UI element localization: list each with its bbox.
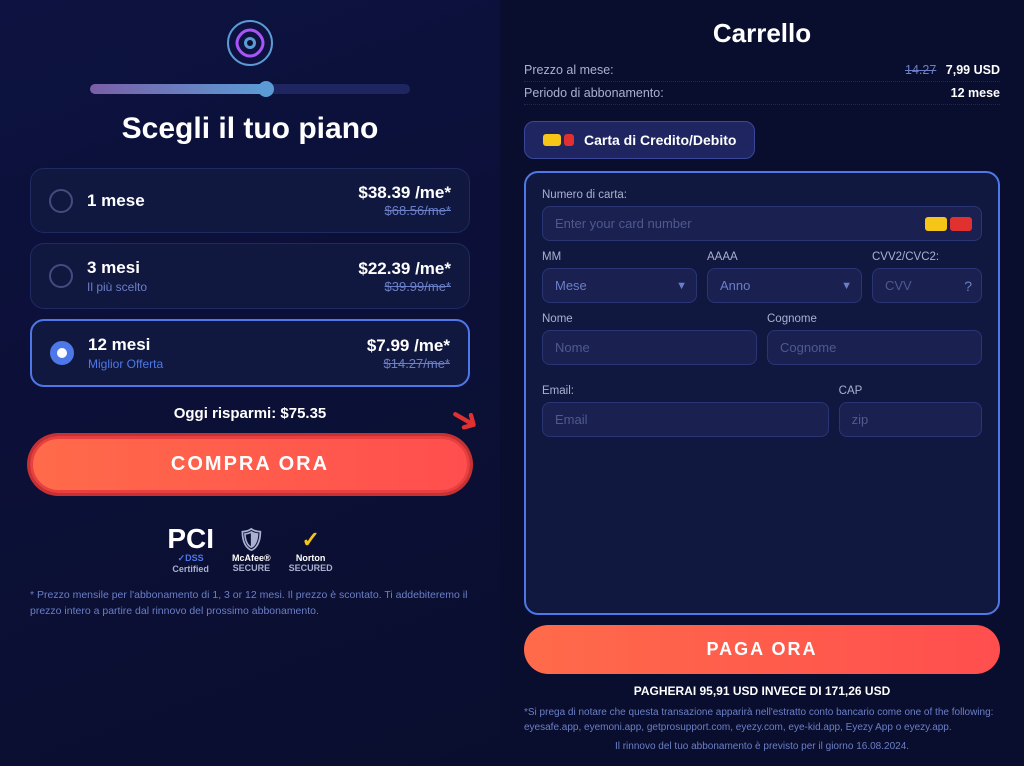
plan-name-1mese: 1 mese [87,191,358,211]
card-number-label: Numero di carta: [542,189,982,201]
month-label: MM [542,251,697,263]
old-price-value: 14.27 [905,63,936,77]
total-text: PAGHERAI 95,91 USD INVECE DI 171,26 USD [524,684,1000,698]
eyezy-logo-icon [227,20,273,66]
plan-price-3mesi: $22.39 /me* [358,259,451,279]
plan-old-price-3mesi: $39.99/me* [358,279,451,294]
cart-row-period: Periodo di abbonamento: 12 mese [524,86,1000,105]
plan-radio-3mesi[interactable] [49,264,73,288]
trust-badge-mcafee: 🛡 McAfee® SECURE [232,527,271,573]
progress-dot [258,81,274,97]
plan-old-price-12mesi: $14.27/me* [367,356,450,371]
last-name-label: Cognome [767,313,982,325]
email-label: Email: [542,385,829,397]
trust-badges: PCI ✓DSS Certified 🛡 McAfee® SECURE ✓ No… [167,525,332,574]
plan-price-1mese: $38.39 /me* [358,183,451,203]
plans-container: 1 mese $38.39 /me* $68.56/me* 3 mesi Il … [30,168,470,387]
period-label: Periodo di abbonamento: [524,86,664,100]
logo-container [227,20,273,66]
price-label: Prezzo al mese: [524,63,614,77]
email-zip-row: Email: CAP [542,385,982,437]
norton-icon: ✓ [301,527,319,553]
norton-label: Norton [296,553,326,563]
cart-summary: Prezzo al mese: 14.27 7,99 USD Periodo d… [524,63,1000,109]
zip-input[interactable] [839,402,982,437]
card-icons-inline [925,217,972,231]
price-value: 14.27 7,99 USD [905,63,1000,77]
first-name-label: Nome [542,313,757,325]
zip-label: CAP [839,385,982,397]
plan-old-price-1mese: $68.56/me* [358,203,451,218]
card-number-input[interactable] [542,206,982,241]
card-stripe-icon [564,134,574,146]
period-value: 12 mese [951,86,1000,100]
plan-price-12mesi: $7.99 /me* [367,336,450,356]
plan-title: Scegli il tuo piano [122,112,379,146]
card-chip-icon [543,134,561,146]
email-input[interactable] [542,402,829,437]
buy-button[interactable]: COMPRA ORA [30,436,470,493]
plan-card-3mesi[interactable]: 3 mesi Il più scelto $22.39 /me* $39.99/… [30,243,470,309]
year-select[interactable]: Anno 2024202520262027 202820292030 [707,268,862,303]
plan-card-1mese[interactable]: 1 mese $38.39 /me* $68.56/me* [30,168,470,233]
name-row: Nome Cognome [542,313,982,365]
cvv-label: CVV2/CVC2: [872,251,982,263]
payment-form: Numero di carta: MM Mese 01020304 050607… [524,171,1000,615]
mcafee-icon: 🛡 [237,527,265,553]
plan-radio-1mese[interactable] [49,189,73,213]
payment-method-button[interactable]: Carta di Credito/Debito [524,121,755,159]
card-icons [543,134,574,146]
mini-card-yellow [925,217,947,231]
disclaimer-text: *Si prega di notare che questa transazio… [524,706,1000,735]
plan-subtitle-3mesi: Il più scelto [87,280,358,294]
mcafee-secure-label: SECURE [233,563,271,573]
trust-badge-pci: PCI ✓DSS Certified [167,525,214,574]
plan-name-12mesi: 12 mesi [88,335,367,355]
month-select[interactable]: Mese 01020304 05060708 09101112 [542,268,697,303]
pci-certified-label: Certified [172,564,209,574]
left-panel: Scegli il tuo piano 1 mese $38.39 /me* $… [0,0,500,766]
progress-fill [90,84,266,94]
plan-subtitle-12mesi: Miglior Offerta [88,357,367,371]
last-name-input[interactable] [767,330,982,365]
year-label: AAAA [707,251,862,263]
expiry-cvv-row: MM Mese 01020304 05060708 09101112 ▼ AAA… [542,251,982,303]
card-number-row [542,206,982,241]
savings-text: Oggi risparmi: $75.35 [174,405,327,422]
mcafee-label: McAfee® [232,553,271,563]
first-name-input[interactable] [542,330,757,365]
cart-row-price: Prezzo al mese: 14.27 7,99 USD [524,63,1000,82]
plan-card-12mesi[interactable]: 12 mesi Miglior Offerta $7.99 /me* $14.2… [30,319,470,387]
renewal-text: Il rinnovo del tuo abbonamento è previst… [524,741,1000,752]
plan-name-3mesi: 3 mesi [87,258,358,278]
cvv-help-icon[interactable]: ? [964,278,972,294]
new-price-value: 7,99 USD [946,63,1000,77]
right-panel: Carrello Prezzo al mese: 14.27 7,99 USD … [500,0,1024,766]
footnote: * Prezzo mensile per l'abbonamento di 1,… [30,588,470,620]
trust-badge-norton: ✓ Norton SECURED [289,527,333,573]
cart-title: Carrello [524,18,1000,49]
plan-radio-12mesi[interactable] [50,341,74,365]
progress-bar [90,84,410,94]
pci-dss-label: ✓DSS [178,553,204,564]
pay-button[interactable]: PAGA ORA [524,625,1000,674]
norton-secured-label: SECURED [289,563,333,573]
mini-card-red [950,217,972,231]
payment-method-label: Carta di Credito/Debito [584,132,736,148]
